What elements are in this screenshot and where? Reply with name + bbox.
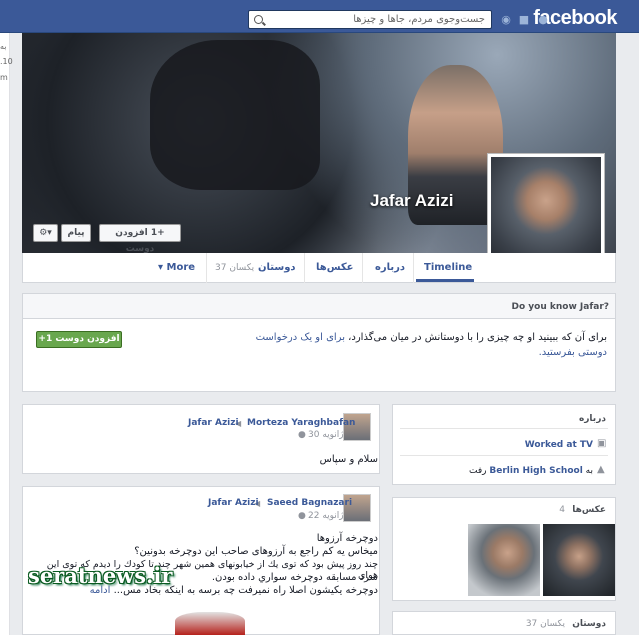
friends-audience-icon: ●: [298, 511, 306, 521]
post-target[interactable]: Jafar Azizi: [188, 418, 239, 428]
post-line: دوچرخه آرزوها: [316, 533, 378, 544]
search-icon[interactable]: [254, 15, 263, 24]
briefcase-icon: ▣: [597, 438, 607, 449]
add-friend-button-green[interactable]: +1 افزودن دوست: [36, 331, 122, 348]
know-box-text: برای آن که ببینید او چه چیزی را با دوستا…: [255, 332, 607, 358]
profile-name[interactable]: Jafar Azizi: [370, 191, 453, 211]
tab-separator: [304, 253, 305, 283]
friends-count: 37 یکسان: [525, 619, 565, 629]
tab-separator: [206, 253, 207, 283]
photos-count: 4: [559, 505, 565, 515]
post-author[interactable]: Saeed Bagnazari: [267, 498, 352, 508]
post-image-preview[interactable]: [175, 612, 245, 635]
search-input[interactable]: جست‌وجوی مردم، جاها و چیزها: [248, 10, 492, 29]
messages-icon[interactable]: ■: [518, 14, 530, 25]
tab-photos[interactable]: عکس‌ها: [316, 262, 353, 273]
chevron-down-icon: ▾: [158, 262, 164, 273]
school-item: به Berlin High School رفت: [469, 466, 593, 476]
friends-icon[interactable]: ●: [537, 14, 549, 25]
post-target[interactable]: Jafar Azizi: [208, 498, 259, 508]
add-friend-button[interactable]: +1 افزودن دوست: [99, 224, 181, 254]
settings-dropdown-button[interactable]: ⚙▾: [33, 224, 58, 242]
divider: [400, 428, 608, 429]
work-item: Worked at TV: [524, 440, 593, 450]
tab-more[interactable]: ▾ More: [158, 262, 195, 273]
photo-thumbnail[interactable]: [543, 524, 615, 596]
post-text: سلام و سپاس: [319, 454, 378, 465]
tab-friends-count: 37 یکسان: [215, 263, 255, 273]
school-icon: ▲: [597, 464, 605, 475]
post-author[interactable]: Morteza Yaraghbafan: [247, 418, 355, 428]
post-date[interactable]: ژانویه 30: [308, 430, 344, 440]
divider: [400, 455, 608, 456]
post-date[interactable]: ژانویه 22: [308, 511, 344, 521]
notifications-icon[interactable]: ◉: [500, 14, 512, 25]
know-box-title: Do you know Jafar?: [511, 302, 609, 312]
school-link[interactable]: Berlin High School: [489, 466, 582, 476]
tab-separator: [362, 253, 363, 283]
profile-picture-image: [491, 157, 601, 266]
tab-about[interactable]: درباره: [375, 262, 405, 273]
gear-icon: ⚙▾: [39, 228, 52, 238]
friends-audience-icon: ●: [298, 430, 306, 440]
tab-separator: [413, 253, 414, 283]
tab-timeline-indicator: [416, 279, 474, 282]
photos-title[interactable]: عکس‌ها: [572, 505, 606, 515]
watermark: seratnews.ir: [28, 563, 173, 588]
tab-timeline[interactable]: Timeline: [424, 262, 472, 273]
post-line: میخاس یه کم راجع به آرزوهای صاحب این دوچ…: [134, 546, 378, 557]
tab-friends[interactable]: دوستان: [258, 262, 296, 273]
cover-camera-shape: [150, 40, 320, 190]
friends-title[interactable]: دوستان: [572, 619, 606, 629]
sliver-text: m: [0, 73, 8, 82]
photo-thumbnail[interactable]: [468, 524, 540, 596]
search-placeholder: جست‌وجوی مردم، جاها و چیزها: [353, 14, 485, 25]
add-friend-icon: +1: [150, 228, 165, 238]
message-button[interactable]: پیام: [61, 224, 91, 242]
sliver-text: .10: [0, 57, 13, 66]
sliver-text: به: [0, 42, 7, 51]
about-title[interactable]: درباره: [579, 414, 606, 424]
left-sliver: [0, 33, 10, 635]
